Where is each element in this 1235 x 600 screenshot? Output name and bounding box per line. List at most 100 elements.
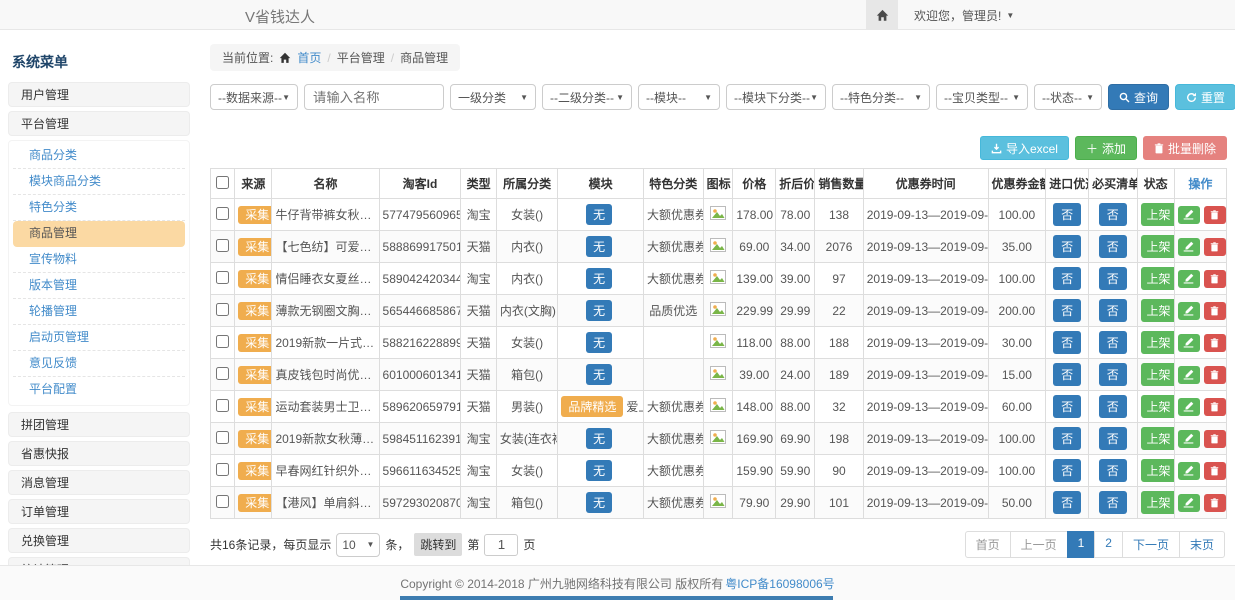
sidebar-submenu-item[interactable]: 宣传物料 bbox=[13, 247, 185, 273]
filter-select[interactable]: --模块下分类-- ▼ bbox=[726, 84, 826, 110]
per-page-select[interactable]: 10 ▼ bbox=[336, 533, 380, 557]
row-checkbox[interactable] bbox=[216, 431, 229, 444]
sidebar-group[interactable]: 平台管理 bbox=[8, 111, 190, 136]
status-badge[interactable]: 上架 bbox=[1141, 491, 1175, 514]
page-button[interactable]: 下一页 bbox=[1122, 531, 1180, 558]
sidebar-submenu-item[interactable]: 模块商品分类 bbox=[13, 169, 185, 195]
must-buy-badge[interactable]: 否 bbox=[1099, 427, 1127, 450]
import-select-badge[interactable]: 否 bbox=[1053, 395, 1081, 418]
must-buy-badge[interactable]: 否 bbox=[1099, 299, 1127, 322]
sidebar-group[interactable]: 省惠快报 bbox=[8, 441, 190, 466]
sidebar-submenu-item[interactable]: 商品管理 bbox=[13, 221, 185, 247]
page-button[interactable]: 末页 bbox=[1179, 531, 1225, 558]
filter-select[interactable]: --二级分类-- ▼ bbox=[542, 84, 632, 110]
import-select-badge[interactable]: 否 bbox=[1053, 267, 1081, 290]
import-excel-button[interactable]: 导入excel bbox=[980, 136, 1069, 160]
select-all-checkbox[interactable] bbox=[216, 176, 229, 189]
must-buy-badge[interactable]: 否 bbox=[1099, 235, 1127, 258]
edit-button[interactable] bbox=[1178, 398, 1200, 416]
status-badge[interactable]: 上架 bbox=[1141, 267, 1175, 290]
must-buy-badge[interactable]: 否 bbox=[1099, 267, 1127, 290]
filter-select[interactable]: --宝贝类型-- ▼ bbox=[936, 84, 1028, 110]
delete-button[interactable] bbox=[1204, 238, 1226, 256]
edit-button[interactable] bbox=[1178, 238, 1200, 256]
row-checkbox[interactable] bbox=[216, 367, 229, 380]
row-checkbox[interactable] bbox=[216, 463, 229, 476]
filter-select[interactable]: --模块-- ▼ bbox=[638, 84, 720, 110]
sidebar-group[interactable]: 拼团管理 bbox=[8, 412, 190, 437]
must-buy-badge[interactable]: 否 bbox=[1099, 203, 1127, 226]
sidebar-submenu-item[interactable]: 特色分类 bbox=[13, 195, 185, 221]
import-select-badge[interactable]: 否 bbox=[1053, 331, 1081, 354]
sidebar-submenu-item[interactable]: 启动页管理 bbox=[13, 325, 185, 351]
filter-select[interactable]: 一级分类 ▼ bbox=[450, 84, 536, 110]
page-button[interactable]: 首页 bbox=[965, 531, 1011, 558]
edit-button[interactable] bbox=[1178, 206, 1200, 224]
page-button[interactable]: 1 bbox=[1067, 531, 1096, 558]
sidebar-submenu-item[interactable]: 意见反馈 bbox=[13, 351, 185, 377]
row-checkbox[interactable] bbox=[216, 399, 229, 412]
user-menu[interactable]: 欢迎您，管理员! ▼ bbox=[914, 7, 1014, 24]
must-buy-badge[interactable]: 否 bbox=[1099, 491, 1127, 514]
import-select-badge[interactable]: 否 bbox=[1053, 235, 1081, 258]
row-checkbox[interactable] bbox=[216, 207, 229, 220]
edit-button[interactable] bbox=[1178, 302, 1200, 320]
row-checkbox[interactable] bbox=[216, 335, 229, 348]
edit-button[interactable] bbox=[1178, 270, 1200, 288]
delete-button[interactable] bbox=[1204, 430, 1226, 448]
delete-button[interactable] bbox=[1204, 270, 1226, 288]
sidebar-group[interactable]: 用户管理 bbox=[8, 82, 190, 107]
edit-button[interactable] bbox=[1178, 494, 1200, 512]
import-select-badge[interactable]: 否 bbox=[1053, 491, 1081, 514]
status-badge[interactable]: 上架 bbox=[1141, 363, 1175, 386]
status-badge[interactable]: 上架 bbox=[1141, 459, 1175, 482]
search-button[interactable]: 查询 bbox=[1108, 84, 1169, 110]
status-badge[interactable]: 上架 bbox=[1141, 235, 1175, 258]
icp-link[interactable]: 粤ICP备16098006号 bbox=[725, 575, 834, 592]
sidebar-submenu-item[interactable]: 版本管理 bbox=[13, 273, 185, 299]
import-select-badge[interactable]: 否 bbox=[1053, 427, 1081, 450]
sidebar-submenu-item[interactable]: 轮播管理 bbox=[13, 299, 185, 325]
edit-button[interactable] bbox=[1178, 462, 1200, 480]
add-button[interactable]: ＋ 添加 bbox=[1075, 136, 1137, 160]
page-number-input[interactable] bbox=[484, 534, 518, 556]
edit-button[interactable] bbox=[1178, 430, 1200, 448]
sidebar-group[interactable]: 订单管理 bbox=[8, 499, 190, 524]
import-select-badge[interactable]: 否 bbox=[1053, 203, 1081, 226]
import-select-badge[interactable]: 否 bbox=[1053, 299, 1081, 322]
reset-button[interactable]: 重置 bbox=[1175, 84, 1235, 110]
sidebar-submenu-item[interactable]: 商品分类 bbox=[13, 143, 185, 169]
row-checkbox[interactable] bbox=[216, 271, 229, 284]
breadcrumb-home-link[interactable]: 首页 bbox=[297, 49, 321, 66]
filter-select[interactable]: --特色分类-- ▼ bbox=[832, 84, 930, 110]
batch-delete-button[interactable]: 批量删除 bbox=[1143, 136, 1227, 160]
jump-button[interactable]: 跳转到 bbox=[414, 533, 462, 556]
must-buy-badge[interactable]: 否 bbox=[1099, 459, 1127, 482]
row-checkbox[interactable] bbox=[216, 303, 229, 316]
delete-button[interactable] bbox=[1204, 494, 1226, 512]
must-buy-badge[interactable]: 否 bbox=[1099, 395, 1127, 418]
edit-button[interactable] bbox=[1178, 366, 1200, 384]
sidebar-group[interactable]: 兑换管理 bbox=[8, 528, 190, 553]
status-badge[interactable]: 上架 bbox=[1141, 331, 1175, 354]
delete-button[interactable] bbox=[1204, 398, 1226, 416]
name-input[interactable] bbox=[304, 84, 444, 110]
filter-select[interactable]: --状态-- ▼ bbox=[1034, 84, 1102, 110]
status-badge[interactable]: 上架 bbox=[1141, 395, 1175, 418]
data-source-select[interactable]: --数据来源-- ▼ bbox=[210, 84, 298, 110]
delete-button[interactable] bbox=[1204, 302, 1226, 320]
delete-button[interactable] bbox=[1204, 366, 1226, 384]
status-badge[interactable]: 上架 bbox=[1141, 427, 1175, 450]
row-checkbox[interactable] bbox=[216, 239, 229, 252]
sidebar-group[interactable]: 消息管理 bbox=[8, 470, 190, 495]
delete-button[interactable] bbox=[1204, 206, 1226, 224]
must-buy-badge[interactable]: 否 bbox=[1099, 331, 1127, 354]
sidebar-submenu-item[interactable]: 平台配置 bbox=[13, 377, 185, 403]
status-badge[interactable]: 上架 bbox=[1141, 203, 1175, 226]
status-badge[interactable]: 上架 bbox=[1141, 299, 1175, 322]
page-button[interactable]: 上一页 bbox=[1010, 531, 1068, 558]
edit-button[interactable] bbox=[1178, 334, 1200, 352]
import-select-badge[interactable]: 否 bbox=[1053, 459, 1081, 482]
import-select-badge[interactable]: 否 bbox=[1053, 363, 1081, 386]
must-buy-badge[interactable]: 否 bbox=[1099, 363, 1127, 386]
